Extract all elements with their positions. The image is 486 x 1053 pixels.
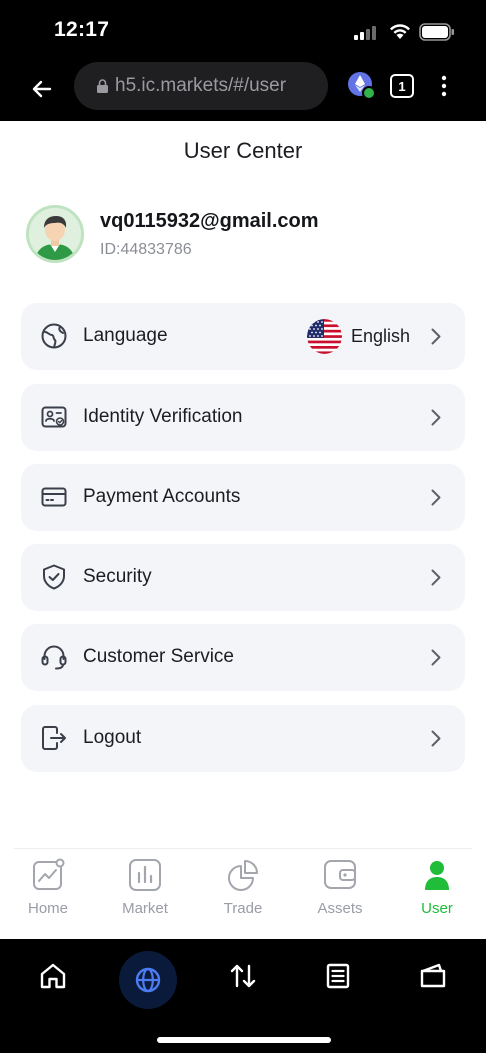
- wallet-icon[interactable]: [418, 961, 448, 991]
- nav-item-user[interactable]: User: [397, 849, 477, 940]
- nav-item-market[interactable]: Market: [105, 849, 185, 940]
- ethereum-wallet-icon[interactable]: [348, 72, 376, 100]
- menu-label-identity-verification: Identity Verification: [83, 406, 243, 427]
- globe-icon: [135, 967, 161, 993]
- nav-label-user: User: [421, 900, 453, 917]
- nav-label-home: Home: [27, 900, 68, 917]
- more-vertical-icon[interactable]: [436, 74, 452, 98]
- nav-item-home[interactable]: Home: [8, 849, 88, 940]
- page-title: User Center: [183, 138, 303, 163]
- app-page: User Center vq0115932@gmail.com ID:44833…: [0, 121, 486, 939]
- chevron-right-icon: [431, 328, 441, 345]
- shield-check-icon: [43, 564, 65, 590]
- status-bar: 12:17: [0, 0, 486, 62]
- swap-arrows-icon[interactable]: [228, 961, 258, 991]
- user-id: ID:44833786: [100, 241, 192, 258]
- avatar[interactable]: [26, 205, 84, 263]
- menu-label-language: Language: [83, 325, 168, 346]
- nav-item-trade[interactable]: Trade: [203, 849, 283, 940]
- home-indicator[interactable]: [157, 1037, 331, 1043]
- app-bottom-nav: Home Market Trade Assets User: [14, 848, 472, 939]
- tabs-button[interactable]: 1: [390, 74, 414, 98]
- home-icon[interactable]: [38, 961, 68, 991]
- menu-item-language[interactable]: Language English: [21, 303, 465, 370]
- menu-item-security[interactable]: Security: [21, 544, 465, 611]
- menu-label-security: Security: [83, 566, 152, 587]
- logout-icon: [42, 726, 66, 750]
- chevron-right-icon: [431, 409, 441, 426]
- menu-item-payment-accounts[interactable]: Payment Accounts: [21, 464, 465, 531]
- avatar-illustration: [29, 208, 81, 260]
- wifi-icon: [390, 24, 410, 39]
- menu-label-logout: Logout: [83, 727, 142, 748]
- home-chart-icon: [33, 858, 65, 890]
- battery-icon: [419, 23, 454, 41]
- lock-icon: [97, 79, 108, 93]
- chevron-right-icon: [431, 489, 441, 506]
- menu-item-logout[interactable]: Logout: [21, 705, 465, 772]
- user-icon: [425, 861, 449, 890]
- menu-item-identity-verification[interactable]: Identity Verification: [21, 384, 465, 451]
- back-arrow-icon[interactable]: [30, 77, 54, 101]
- menu-label-payment-accounts: Payment Accounts: [83, 486, 241, 507]
- nav-label-trade: Trade: [223, 900, 263, 917]
- browser-bar: h5.ic.markets/#/user 1: [0, 62, 486, 122]
- headset-icon: [41, 645, 67, 670]
- chevron-right-icon: [431, 569, 441, 586]
- us-flag-icon: [307, 319, 342, 354]
- user-email: vq0115932@gmail.com: [100, 210, 319, 232]
- wallet-bottom-bar: [0, 939, 486, 1053]
- menu-label-customer-service: Customer Service: [83, 646, 234, 667]
- url-text: h5.ic.markets/#/user: [115, 75, 287, 96]
- bar-chart-icon: [129, 859, 161, 891]
- chevron-right-icon: [431, 730, 441, 747]
- nav-item-assets[interactable]: Assets: [300, 849, 380, 940]
- nav-label-assets: Assets: [317, 900, 363, 917]
- signal-icon: [354, 26, 376, 40]
- credit-card-icon: [41, 487, 67, 507]
- id-card-icon: [41, 406, 67, 428]
- url-bar[interactable]: h5.ic.markets/#/user: [74, 62, 328, 110]
- nav-label-market: Market: [122, 900, 168, 917]
- activity-list-icon[interactable]: [323, 961, 353, 991]
- language-value: English: [351, 326, 411, 346]
- menu-item-customer-service[interactable]: Customer Service: [21, 624, 465, 691]
- wallet-icon: [324, 860, 356, 889]
- globe-icon: [41, 323, 67, 349]
- status-time: 12:17: [54, 18, 110, 41]
- pie-chart-icon: [228, 860, 258, 891]
- browser-tab-button[interactable]: [119, 951, 177, 1009]
- chevron-right-icon: [431, 649, 441, 666]
